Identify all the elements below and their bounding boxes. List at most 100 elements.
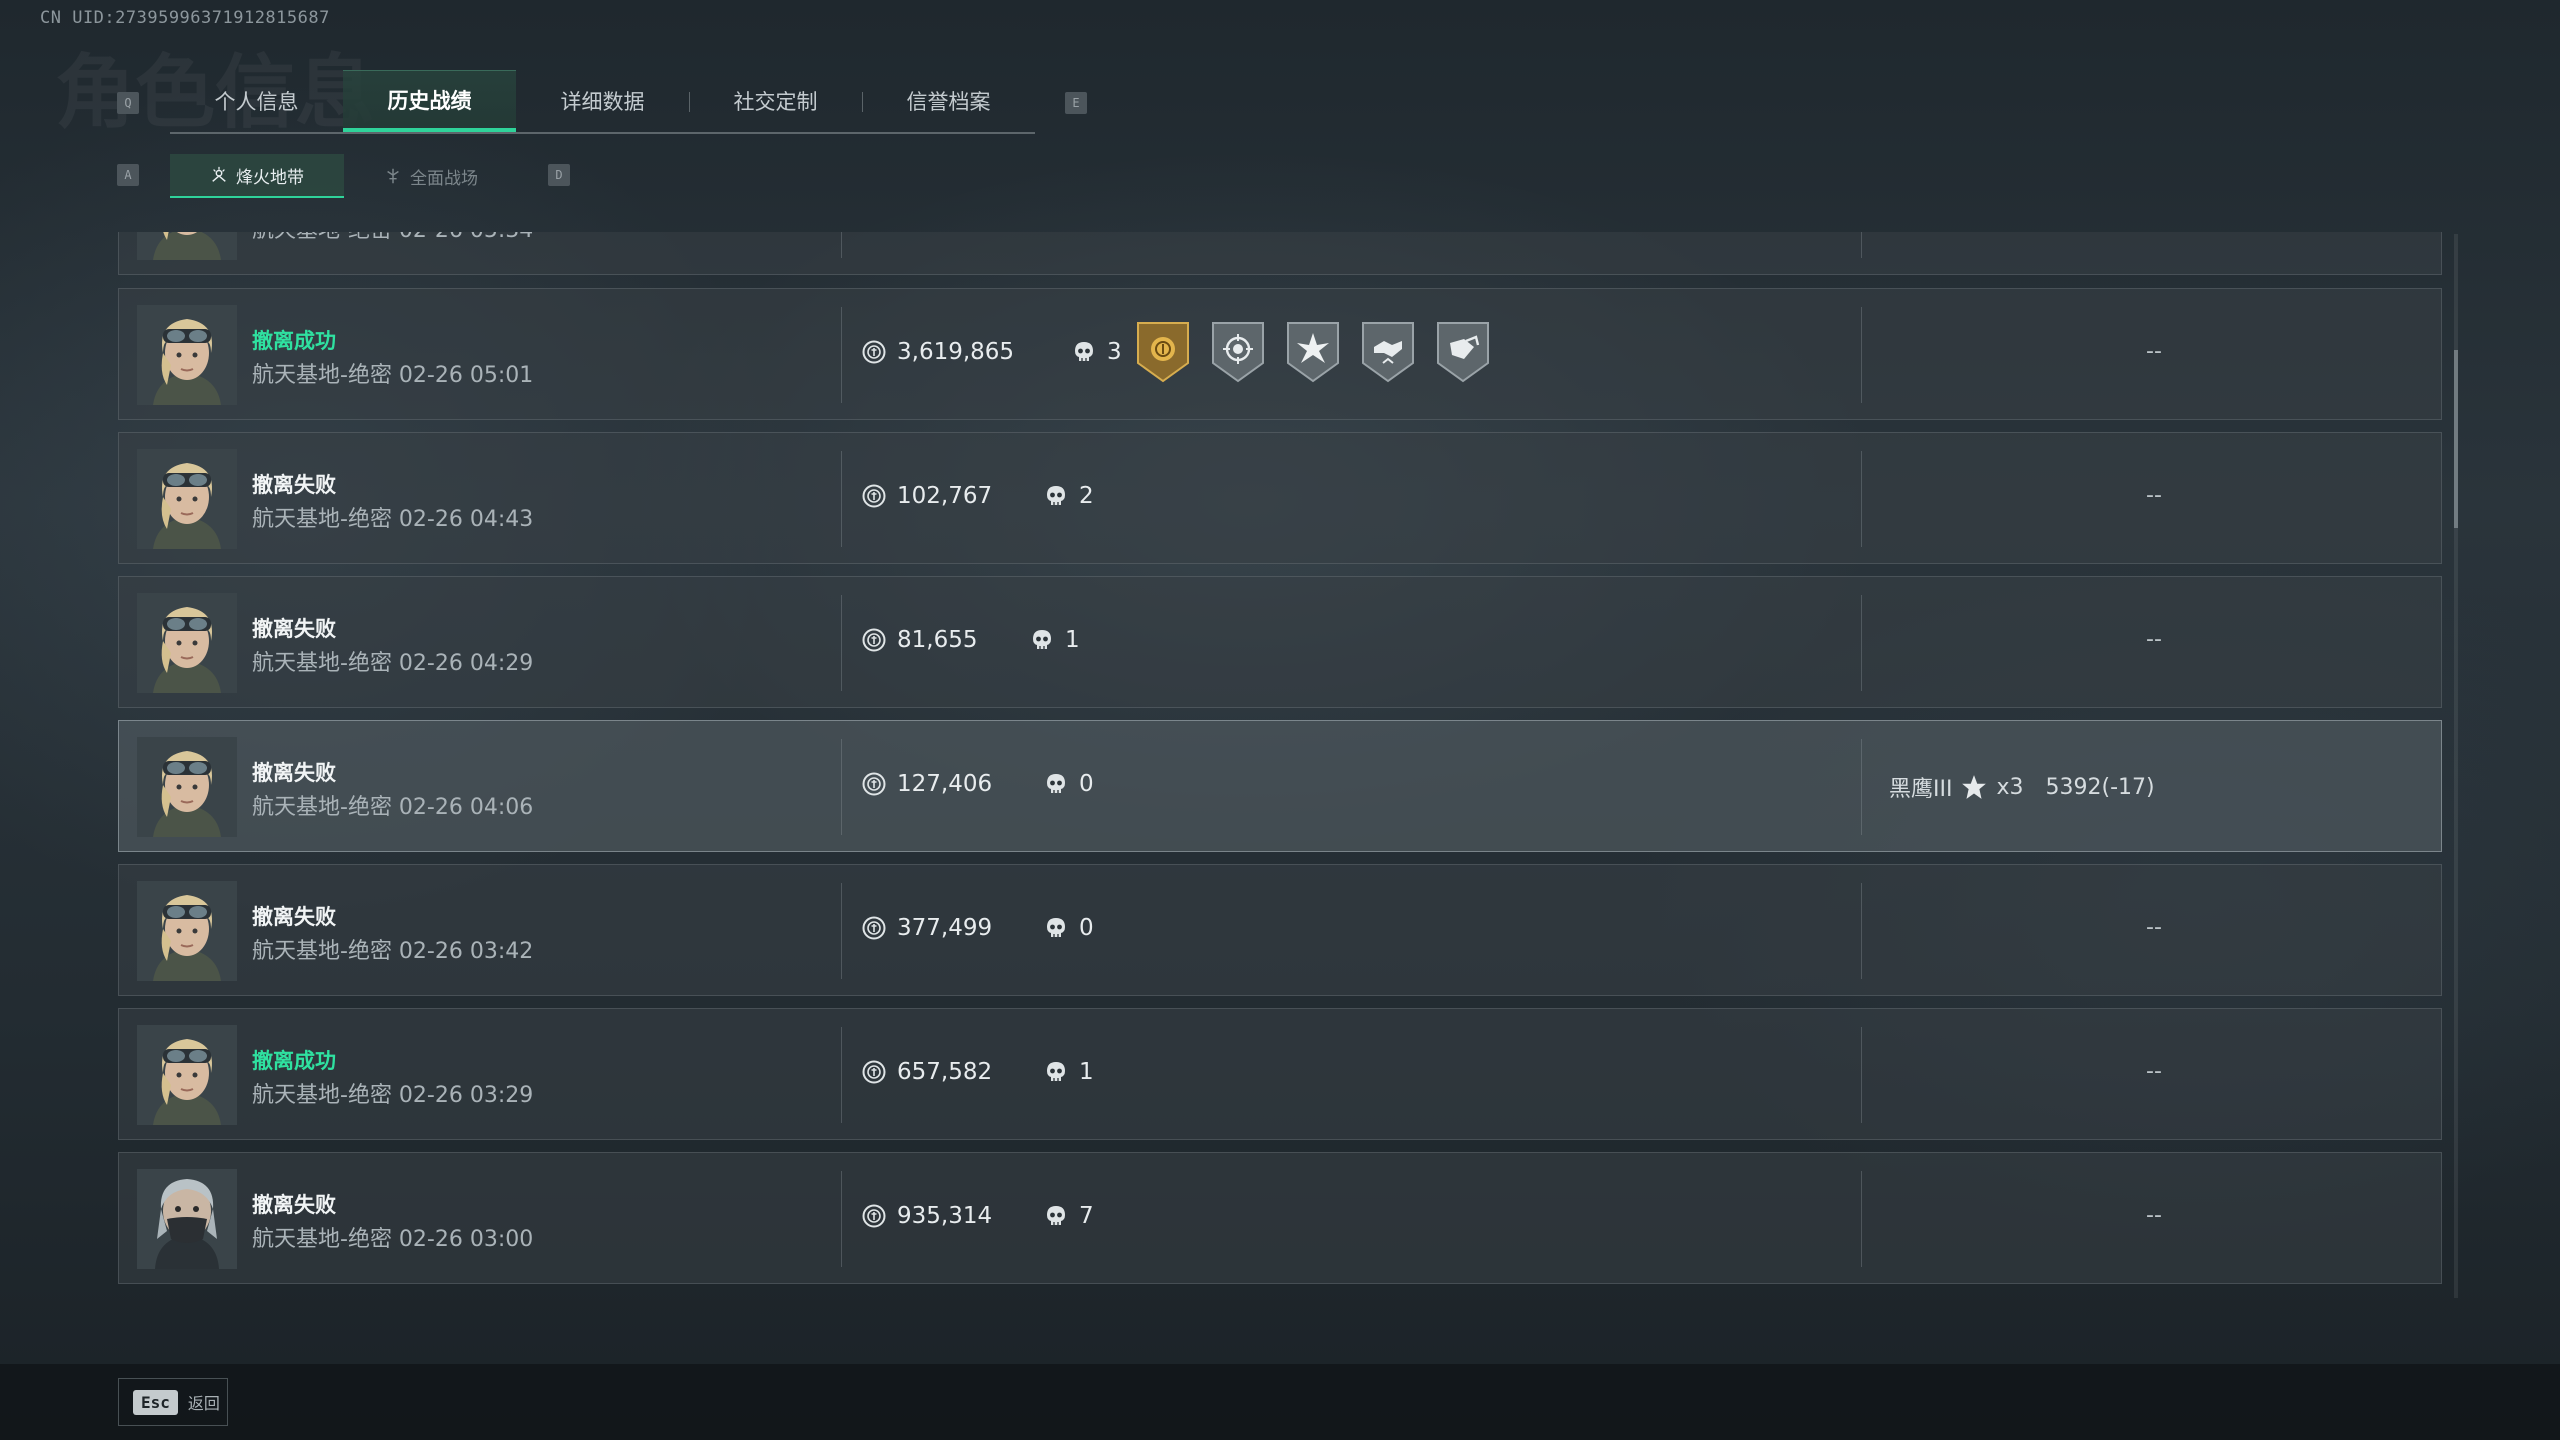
back-button[interactable]: Esc 返回 (118, 1378, 228, 1426)
map-time: 航天基地-绝密 02-26 03:42 (252, 939, 534, 964)
match-row[interactable]: 撤离成功 航天基地-绝密 02-26 05:34 0 0 -- (118, 232, 2442, 275)
next-tab-key[interactable]: E (1065, 92, 1087, 114)
divider (841, 232, 842, 258)
haul-value-text: 3,619,865 (897, 339, 1015, 365)
extract-status: 撤离失败 (252, 617, 336, 641)
match-row[interactable]: 撤离失败 航天基地-绝密 02-26 04:29 81,655 1 -- (118, 576, 2442, 708)
back-label: 返回 (187, 1394, 220, 1413)
skull-kills-icon (1075, 342, 1093, 361)
kill-count-text: 1 (1065, 627, 1080, 653)
map-time: 航天基地-绝密 02-26 04:06 (252, 795, 534, 820)
tab-detailed-data[interactable]: 详细数据 (516, 70, 689, 132)
kill-count: 0 (1043, 771, 1094, 797)
coin-value-icon (862, 628, 886, 652)
tab-social-custom[interactable]: 社交定制 (689, 70, 862, 132)
subtab-full-battlefield[interactable]: 全面战场 (344, 154, 518, 198)
haul-value-text: 102,767 (897, 483, 993, 509)
rank-placeholder: -- (2146, 915, 2162, 940)
haul-value: 935,314 (861, 1203, 992, 1229)
divider (1861, 232, 1862, 258)
rank-placeholder: -- (2146, 1059, 2162, 1084)
gold-medal-icon[interactable] (1134, 319, 1192, 385)
haul-value-text: 935,314 (897, 1203, 993, 1229)
haul-value-text: 127,406 (897, 771, 993, 797)
esc-key: Esc (133, 1389, 178, 1415)
avatar (137, 593, 237, 693)
rank-star-icon (1962, 775, 1987, 799)
coin-value-icon (862, 916, 886, 940)
uid-label: CN UID:27395996371912815687 (40, 8, 330, 28)
medal-list (1134, 319, 1492, 385)
tab-credit-record[interactable]: 信誉档案 (862, 70, 1035, 132)
operator-avatar-masked-icon (137, 1169, 237, 1269)
scrollbar[interactable] (2454, 234, 2458, 1298)
skull-kills-icon (1047, 918, 1065, 937)
operator-avatar-goggles-icon (137, 305, 237, 405)
haul-value-text: 657,582 (897, 1059, 993, 1085)
match-row[interactable]: 撤离失败 航天基地-绝密 02-26 04:43 102,767 2 -- (118, 432, 2442, 564)
divider (1861, 1027, 1862, 1123)
extract-status: 撤离失败 (252, 473, 336, 497)
target-medal-icon[interactable] (1209, 319, 1267, 385)
operator-avatar-goggles-icon (137, 737, 237, 837)
prev-subtab-key[interactable]: A (117, 164, 139, 186)
divider (1861, 451, 1862, 547)
divider (841, 883, 842, 979)
map-time: 航天基地-绝密 02-26 05:01 (252, 363, 534, 388)
prev-tab-key[interactable]: Q (117, 92, 139, 114)
operator-avatar-goggles-icon (137, 593, 237, 693)
divider (1861, 739, 1862, 835)
avatar (137, 737, 237, 837)
kill-count-text: 7 (1079, 1203, 1094, 1229)
rank-stars: x3 (1996, 774, 2024, 800)
divider (841, 1171, 842, 1267)
tab-match-history[interactable]: 历史战绩 (343, 70, 516, 132)
match-row[interactable]: 撤离失败 航天基地-绝密 02-26 03:00 935,314 7 -- (118, 1152, 2442, 1284)
match-row[interactable]: 撤离成功 航天基地-绝密 02-26 03:29 657,582 1 -- (118, 1008, 2442, 1140)
divider (1861, 883, 1862, 979)
hands-medal-icon[interactable] (1434, 319, 1492, 385)
match-row[interactable]: 撤离失败 航天基地-绝密 02-26 04:06 127,406 0 黑鹰III… (118, 720, 2442, 852)
handshake-medal-icon[interactable] (1359, 319, 1417, 385)
divider (1861, 307, 1862, 403)
tab-personal-info[interactable]: 个人信息 (170, 70, 343, 132)
divider (841, 595, 842, 691)
match-row[interactable]: 撤离成功 航天基地-绝密 02-26 05:01 3,619,865 3 -- (118, 288, 2442, 420)
divider (841, 739, 842, 835)
kill-count-text: 0 (1079, 771, 1094, 797)
extract-status: 撤离失败 (252, 761, 336, 785)
battlefield-icon (387, 168, 399, 184)
avatar (137, 449, 237, 549)
kill-count: 0 (1043, 915, 1094, 941)
skull-kills-icon (1047, 1062, 1065, 1081)
map-time: 航天基地-绝密 02-26 03:29 (252, 1083, 534, 1108)
rank-placeholder: -- (2146, 627, 2162, 652)
divider (1861, 1171, 1862, 1267)
subtab-beacon-zone[interactable]: 烽火地带 (170, 154, 344, 198)
match-row[interactable]: 撤离失败 航天基地-绝密 02-26 03:42 377,499 0 -- (118, 864, 2442, 996)
extract-status: 撤离失败 (252, 1193, 336, 1217)
operator-avatar-goggles-icon (137, 881, 237, 981)
rank-placeholder: -- (2146, 1203, 2162, 1228)
subtab-label: 全面战场 (410, 168, 478, 189)
rank-name: 黑鹰III (1889, 777, 1953, 802)
kill-count-text: 2 (1079, 483, 1094, 509)
rank-score: 5392(-17) (2045, 774, 2155, 800)
avatar (137, 232, 237, 260)
scrollbar-thumb[interactable] (2454, 350, 2458, 528)
kill-count-text: 1 (1079, 1059, 1094, 1085)
extract-status: 撤离失败 (252, 905, 336, 929)
coin-value-icon (862, 1060, 886, 1084)
skull-kills-icon (1033, 630, 1051, 649)
kill-count: 2 (1043, 483, 1094, 509)
subtab-label: 烽火地带 (236, 167, 304, 188)
operator-avatar-goggles-icon (137, 1025, 237, 1125)
kill-count: 7 (1043, 1203, 1094, 1229)
sub-tabs: 烽火地带 全面战场 (170, 154, 518, 198)
star-burst-medal-icon[interactable] (1284, 319, 1342, 385)
next-subtab-key[interactable]: D (548, 164, 570, 186)
haul-value: 127,406 (861, 771, 992, 797)
beacon-icon (212, 166, 226, 182)
skull-kills-icon (1047, 486, 1065, 505)
avatar (137, 1025, 237, 1125)
